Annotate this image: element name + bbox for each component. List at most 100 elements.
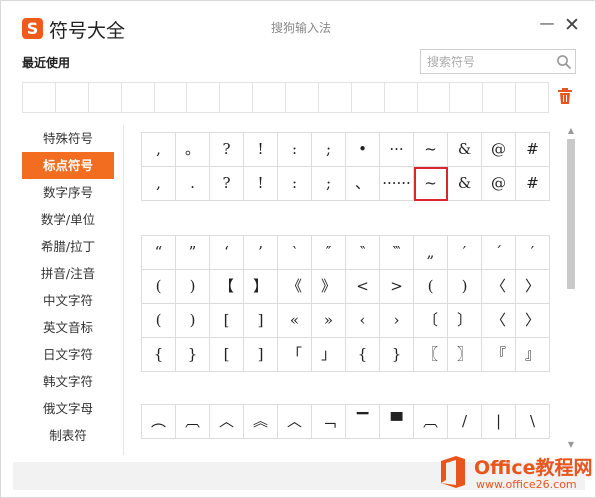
symbol-cell[interactable]: ! (244, 167, 278, 201)
recent-symbol-cell[interactable] (23, 83, 56, 112)
symbol-cell[interactable]: ︿ (278, 405, 312, 439)
symbol-cell[interactable]: # (516, 167, 550, 201)
recent-symbol-cell[interactable] (253, 83, 286, 112)
symbol-cell[interactable]: ; (312, 167, 346, 201)
sidebar-item[interactable]: 数学/单位 (22, 206, 114, 233)
symbol-cell[interactable]: > (380, 270, 414, 304)
symbol-cell[interactable]: ″ (312, 236, 346, 270)
symbol-cell[interactable]: 『 (482, 338, 516, 372)
symbol-cell[interactable]: ︽ (244, 405, 278, 439)
symbol-cell[interactable]: ‵ (278, 236, 312, 270)
symbol-cell[interactable]: ▀ (380, 405, 414, 439)
symbol-cell[interactable]: 》 (312, 270, 346, 304)
symbol-cell[interactable]: ( (142, 270, 176, 304)
symbol-cell[interactable]: • (346, 133, 380, 167)
recent-symbol-cell[interactable] (352, 83, 385, 112)
symbol-cell[interactable]: ! (244, 133, 278, 167)
recent-symbol-cell[interactable] (450, 83, 484, 112)
symbol-cell[interactable]: 【 (210, 270, 244, 304)
symbol-cell[interactable]: ▔ (346, 405, 380, 439)
symbol-cell[interactable]: 』 (516, 338, 550, 372)
sidebar-item[interactable]: 韩文字符 (22, 368, 114, 395)
symbol-cell[interactable]: ’ (244, 236, 278, 270)
symbol-cell[interactable]: & (448, 167, 482, 201)
symbol-cell[interactable]: : (278, 133, 312, 167)
symbol-cell[interactable]: ‷ (380, 236, 414, 270)
symbol-cell[interactable]: # (516, 133, 550, 167)
symbol-cell[interactable]: ) (176, 270, 210, 304)
symbol-cell[interactable]: { (346, 338, 380, 372)
symbol-cell[interactable]: “ (142, 236, 176, 270)
symbol-cell[interactable]: ? (210, 167, 244, 201)
symbol-cell[interactable]: 〉 (516, 270, 550, 304)
symbol-cell[interactable]: › (380, 304, 414, 338)
sidebar-item[interactable]: 日文字符 (22, 341, 114, 368)
recent-symbol-cell[interactable] (385, 83, 418, 112)
symbol-cell[interactable]: « (278, 304, 312, 338)
sidebar-item[interactable]: 俄文字母 (22, 395, 114, 422)
symbol-cell[interactable]: @ (482, 133, 516, 167)
sidebar-item[interactable]: 制表符 (22, 422, 114, 449)
symbol-cell[interactable]: ′ (516, 236, 550, 270)
symbol-cell[interactable]: 《 (278, 270, 312, 304)
symbol-cell[interactable]: , (142, 167, 176, 201)
symbol-cell[interactable]: 〖 (414, 338, 448, 372)
symbol-cell[interactable]: 〔 (414, 304, 448, 338)
recent-symbol-cell[interactable] (319, 83, 352, 112)
symbol-cell[interactable]: } (380, 338, 414, 372)
recent-symbol-cell[interactable] (56, 83, 89, 112)
symbol-cell[interactable]: \ (516, 405, 550, 439)
symbol-cell[interactable]: 〈 (482, 304, 516, 338)
sidebar-item[interactable]: 特殊符号 (22, 125, 114, 152)
symbol-cell[interactable]: ; (312, 133, 346, 167)
title-bar[interactable]: S 符号大全 搜狗输入法 — ✕ (1, 1, 595, 45)
symbol-cell[interactable]: ‶ (346, 236, 380, 270)
trash-icon[interactable] (557, 87, 573, 105)
symbol-cell[interactable]: ︿ (210, 405, 244, 439)
symbol-cell[interactable]: 〗 (448, 338, 482, 372)
symbol-cell[interactable]: ︹ (176, 405, 210, 439)
symbol-cell[interactable]: „ (414, 236, 448, 270)
symbol-cell[interactable]: » (312, 304, 346, 338)
symbol-cell[interactable]: ~ (414, 133, 448, 167)
symbol-cell[interactable]: | (482, 405, 516, 439)
symbol-cell[interactable]: 」 (312, 338, 346, 372)
symbol-cell[interactable]: ︵ (142, 405, 176, 439)
symbol-cell[interactable]: [ (210, 338, 244, 372)
sidebar-item[interactable]: 英文音标 (22, 314, 114, 341)
recent-symbol-cell[interactable] (89, 83, 122, 112)
symbol-cell[interactable]: ] (244, 338, 278, 372)
symbol-cell[interactable]: 「 (278, 338, 312, 372)
symbol-cell[interactable]: ﹁ (312, 405, 346, 439)
recent-symbol-cell[interactable] (155, 83, 188, 112)
symbol-cell[interactable]: { (142, 338, 176, 372)
sidebar-item[interactable]: 标点符号 (22, 152, 114, 179)
symbol-cell[interactable]: 〕 (448, 304, 482, 338)
symbol-cell[interactable]: 】 (244, 270, 278, 304)
symbol-cell[interactable]: 〉 (516, 304, 550, 338)
symbol-cell[interactable]: ) (448, 270, 482, 304)
symbol-cell[interactable]: ′ (448, 236, 482, 270)
recent-symbol-cell[interactable] (516, 83, 548, 112)
recent-symbol-cell[interactable] (286, 83, 319, 112)
symbol-cell[interactable]: / (448, 405, 482, 439)
symbol-cell[interactable]: ( (414, 270, 448, 304)
symbol-cell[interactable]: ? (210, 133, 244, 167)
symbol-cell[interactable]: 。 (176, 133, 210, 167)
recent-symbol-cell[interactable] (122, 83, 155, 112)
scroll-down-icon[interactable]: ▼ (566, 441, 576, 449)
symbol-cell[interactable]: < (346, 270, 380, 304)
symbol-cell[interactable]: : (278, 167, 312, 201)
symbol-cell[interactable]: ) (176, 304, 210, 338)
symbol-cell[interactable]: ︹ (414, 405, 448, 439)
symbol-cell[interactable]: & (448, 133, 482, 167)
symbol-cell[interactable]: ´ (482, 236, 516, 270)
search-input[interactable] (421, 50, 551, 73)
recent-symbol-cell[interactable] (220, 83, 254, 112)
search-icon[interactable] (555, 53, 573, 71)
minimize-button[interactable]: — (537, 15, 557, 35)
scroll-up-icon[interactable]: ▲ (566, 127, 576, 135)
symbol-cell[interactable]: ··· (380, 133, 414, 167)
scrollbar[interactable]: ▲ ▼ (564, 125, 578, 455)
symbol-cell[interactable]: 〈 (482, 270, 516, 304)
